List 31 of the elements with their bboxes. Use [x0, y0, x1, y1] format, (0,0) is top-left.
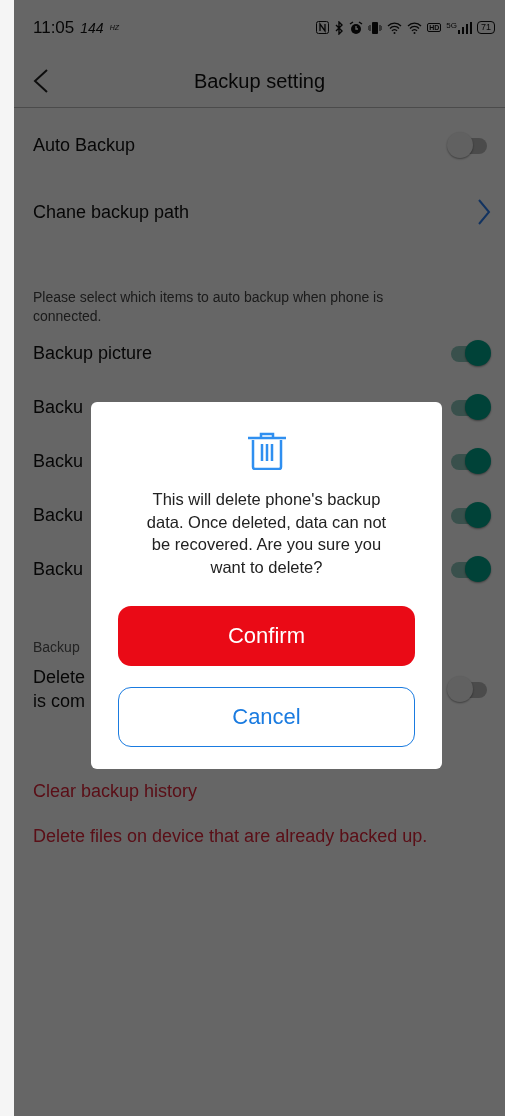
clock-time: 11:05 [33, 17, 75, 38]
chevron-right-icon[interactable] [477, 199, 491, 225]
section-title: Backup [33, 639, 80, 655]
vibrate-icon [368, 20, 383, 35]
setting-label: Backu [33, 504, 84, 526]
trash-icon [246, 432, 287, 470]
action-link[interactable]: Clear backup history [33, 781, 198, 802]
page-title: Backup setting [193, 69, 326, 93]
wifi-icon [407, 21, 423, 34]
hint-text: Please select which items to auto backup when phone is connected. [32, 288, 385, 326]
confirm-button[interactable]: Confirm [118, 606, 415, 666]
battery-level: 71 [477, 21, 495, 34]
signal-icon [458, 21, 472, 34]
setting-label: Backup picture [33, 342, 153, 364]
bluetooth-icon [334, 20, 345, 35]
cancel-button[interactable]: Cancel [118, 687, 415, 747]
refresh-rate: 144 [80, 19, 104, 36]
setting-label: Delete [33, 666, 87, 689]
setting-label: is com [33, 690, 86, 713]
nfc-icon [316, 21, 330, 34]
setting-label: Backu [33, 396, 84, 418]
alarm-icon [349, 20, 364, 35]
action-link[interactable]: Delete files on device that are already backed up. [33, 826, 428, 847]
dialog-message: This will delete phone's backup data. Once deleted, data can not be recovered. Are you sure you want to delete? [145, 489, 388, 578]
back-icon[interactable] [33, 69, 49, 93]
setting-label: Auto Backup [33, 134, 136, 156]
setting-label: Backu [33, 450, 84, 472]
wifi-icon [387, 21, 403, 34]
setting-label: Backu [33, 558, 84, 580]
setting-label[interactable]: Chane backup path [33, 201, 190, 223]
network-type: 5G [446, 20, 457, 30]
